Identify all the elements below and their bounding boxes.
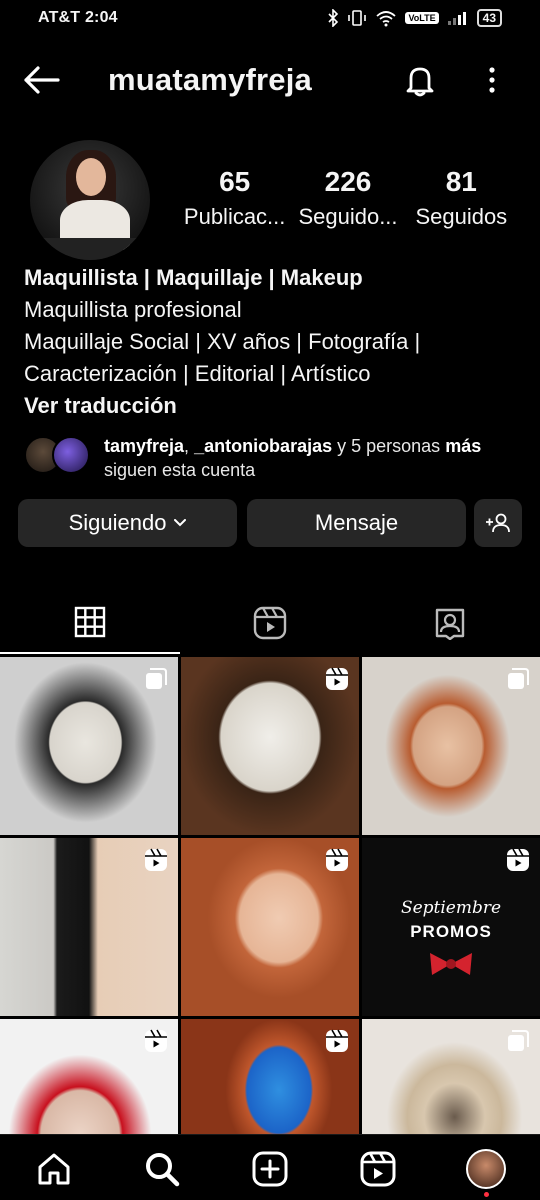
carrier-label: AT&T 2:04 — [38, 9, 118, 26]
profile-avatar[interactable] — [30, 140, 150, 260]
clock: 2:04 — [84, 9, 118, 26]
follower-avatar — [52, 436, 90, 474]
tagged-person-icon — [435, 608, 465, 640]
profile-actions: Siguiendo Mensaje — [18, 499, 524, 547]
profile-nav-avatar[interactable] — [466, 1149, 506, 1189]
profile-bio: Maquillista | Maquillaje | Makeup Maquil… — [24, 262, 524, 422]
post-thumbnail[interactable] — [0, 838, 178, 1016]
profile-username: muatamyfreja — [108, 62, 312, 97]
tab-tagged[interactable] — [360, 592, 540, 654]
bio-line: Maquillaje Social | XV años | Fotografía… — [24, 329, 421, 354]
following-count: 81 — [445, 166, 477, 197]
tab-posts-grid[interactable] — [0, 592, 180, 654]
post-thumbnail[interactable] — [181, 657, 359, 835]
profile-tabs — [0, 592, 540, 654]
back-arrow-icon[interactable] — [22, 64, 60, 96]
bio-line: Caracterización | Editorial | Artístico — [24, 361, 371, 386]
multi-image-icon — [146, 668, 167, 689]
reel-badge-icon — [507, 848, 529, 871]
bio-line: Maquillista profesional — [24, 297, 242, 322]
message-button-label: Mensaje — [314, 510, 399, 535]
multi-image-icon — [508, 1030, 529, 1051]
profile-header: muatamyfreja — [0, 50, 540, 110]
vibrate-icon — [348, 10, 367, 26]
posts-count: 65 — [219, 166, 251, 197]
gift-bow-icon — [430, 953, 472, 975]
bottom-nav — [0, 1134, 540, 1200]
following-label: Seguidos — [415, 204, 508, 229]
multi-image-icon — [508, 668, 529, 689]
post-thumbnail[interactable] — [362, 657, 540, 835]
following-button-label: Siguiendo — [68, 510, 167, 535]
reel-badge-icon — [326, 1029, 348, 1052]
notification-dot — [484, 1192, 489, 1197]
stat-posts[interactable]: 65 Publicac... — [178, 166, 291, 230]
post-thumbnail[interactable] — [181, 838, 359, 1016]
tab-reels[interactable] — [180, 592, 360, 654]
status-bar: AT&T 2:04 VoLTE 43 — [0, 0, 540, 36]
avatar-desk — [30, 238, 150, 260]
posts-grid: Septiembre PROMOS — [0, 657, 540, 1197]
reel-badge-icon — [326, 848, 348, 871]
posts-label: Publicac... — [183, 204, 286, 229]
followers-label: Seguido... — [298, 204, 398, 229]
stat-followers[interactable]: 226 Seguido... — [291, 166, 404, 230]
home-icon[interactable] — [34, 1149, 74, 1189]
bell-icon[interactable] — [402, 62, 438, 98]
avatar-face — [76, 158, 106, 196]
see-translation-link[interactable]: Ver traducción — [24, 390, 524, 422]
followers-count: 226 — [324, 166, 372, 197]
followed-by-row[interactable]: tamyfreja, _antoniobarajas y 5 personas … — [24, 434, 524, 482]
suggest-people-button[interactable] — [474, 499, 522, 547]
post-thumbnail[interactable] — [0, 657, 178, 835]
reel-badge-icon — [145, 1029, 167, 1052]
create-post-icon[interactable] — [250, 1149, 290, 1189]
message-button[interactable]: Mensaje — [247, 499, 466, 547]
search-icon[interactable] — [142, 1149, 182, 1189]
reels-icon — [253, 606, 287, 640]
status-icons: VoLTE 43 — [327, 9, 502, 27]
promo-month-text: Septiembre — [400, 898, 502, 918]
wifi-icon — [376, 11, 397, 27]
stat-following[interactable]: 81 Seguidos — [405, 166, 518, 230]
following-button[interactable]: Siguiendo — [18, 499, 237, 547]
promo-label-text: PROMOS — [410, 922, 492, 941]
add-person-icon — [486, 513, 510, 533]
reels-nav-icon[interactable] — [358, 1149, 398, 1189]
more-options-icon[interactable] — [480, 62, 504, 98]
profile-display-name: Maquillista | Maquillaje | Makeup — [24, 265, 363, 290]
grid-icon — [74, 606, 106, 638]
bluetooth-icon — [328, 9, 339, 27]
volte-badge: VoLTE — [405, 12, 439, 24]
followed-by-text: tamyfreja, _antoniobarajas y 5 personas … — [104, 436, 482, 480]
chevron-down-icon — [174, 519, 187, 527]
signal-icon — [447, 12, 466, 25]
battery-indicator: 43 — [476, 9, 502, 27]
profile-stats: 65 Publicac... 226 Seguido... 81 Seguido… — [178, 166, 518, 230]
reel-badge-icon — [145, 848, 167, 871]
post-thumbnail-promo[interactable]: Septiembre PROMOS — [362, 838, 540, 1016]
reel-badge-icon — [326, 667, 348, 690]
